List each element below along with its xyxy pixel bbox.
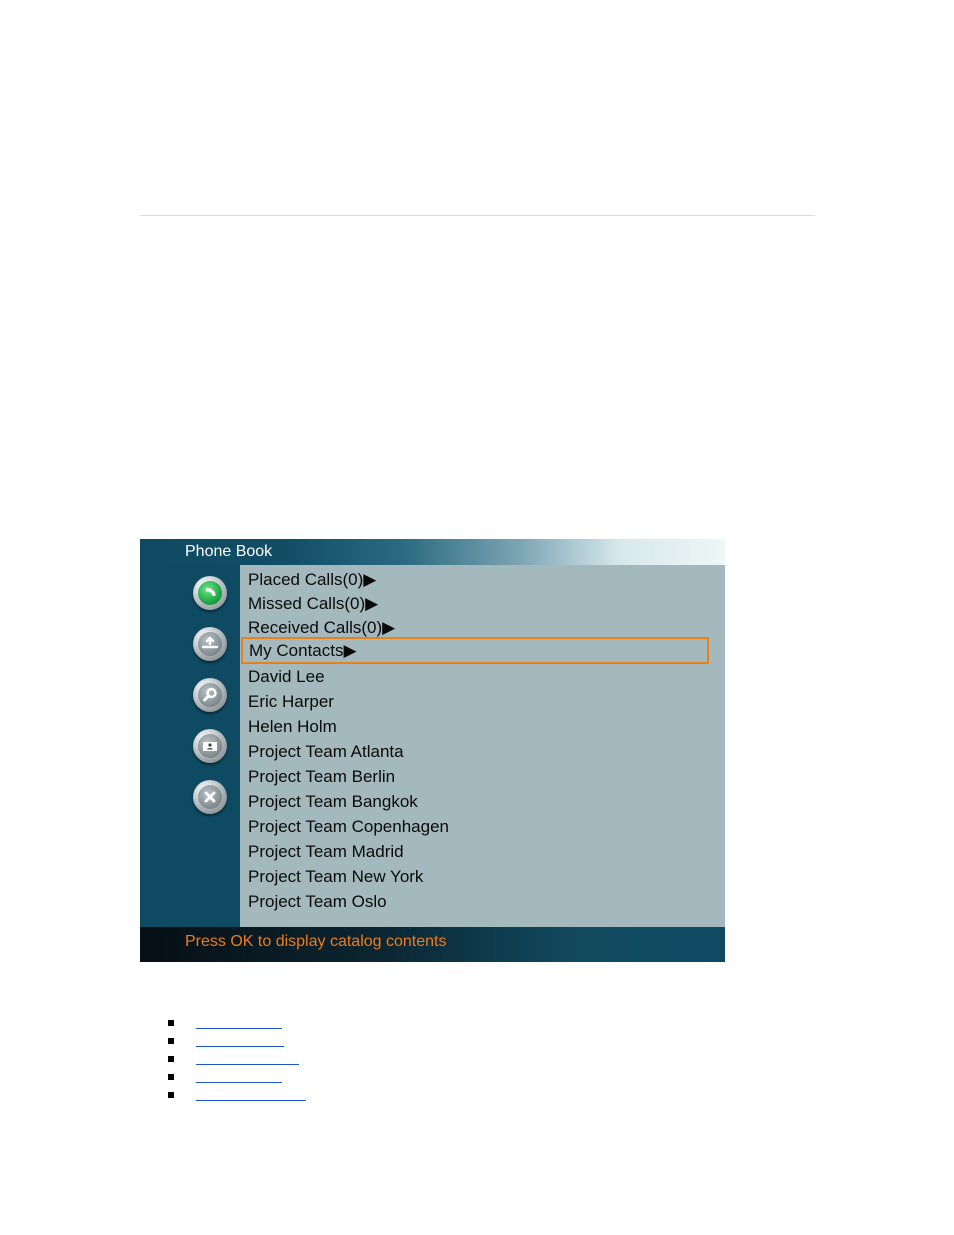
phone-book-window: Phone Book Placed Calls(0)▶ Missed Calls… <box>140 539 725 962</box>
bullet-icon <box>168 1020 174 1026</box>
list-item-contact[interactable]: Helen Holm <box>248 714 337 739</box>
phone-book-list: Placed Calls(0)▶ Missed Calls(0)▶ Receiv… <box>240 565 725 927</box>
call-icon <box>205 588 216 597</box>
side-toolbar <box>140 565 240 927</box>
list-item-contact[interactable]: Project Team Bangkok <box>248 789 418 814</box>
contact-card-icon <box>203 742 217 751</box>
status-text: Press OK to display catalog contents <box>185 933 447 950</box>
upload-button[interactable] <box>193 627 227 661</box>
list-item <box>168 1069 306 1087</box>
contact-card-button[interactable] <box>193 729 227 763</box>
list-item-contact[interactable]: Project Team Berlin <box>248 764 395 789</box>
window-title: Phone Book <box>185 543 273 560</box>
list-item <box>168 1033 306 1051</box>
list-item <box>168 1051 306 1069</box>
nav-link[interactable] <box>196 1033 284 1047</box>
list-item <box>168 1015 306 1033</box>
bullet-icon <box>168 1092 174 1098</box>
nav-link[interactable] <box>196 1069 282 1083</box>
bullet-icon <box>168 1074 174 1080</box>
nav-link[interactable] <box>196 1015 282 1029</box>
status-bar: Press OK to display catalog contents <box>140 927 725 962</box>
search-button[interactable] <box>193 678 227 712</box>
call-button[interactable] <box>193 576 227 610</box>
list-item-contact[interactable]: Eric Harper <box>248 689 334 714</box>
bullet-icon <box>168 1056 174 1062</box>
header-divider <box>140 215 815 216</box>
list-item-contact[interactable]: Project Team Copenhagen <box>248 814 449 839</box>
bullet-icon <box>168 1038 174 1044</box>
title-bar: Phone Book <box>140 539 725 565</box>
list-item-contact[interactable]: Project Team Madrid <box>248 839 404 864</box>
list-item-contact[interactable]: Project Team New York <box>248 864 423 889</box>
list-item-contact[interactable]: David Lee <box>248 664 325 689</box>
search-icon <box>203 687 217 702</box>
upload-icon <box>201 636 219 649</box>
nav-link[interactable] <box>196 1087 306 1101</box>
list-item-missed-calls[interactable]: Missed Calls(0)▶ <box>248 591 378 616</box>
list-item-my-contacts[interactable]: My Contacts▶ <box>241 637 709 664</box>
list-item <box>168 1087 306 1105</box>
list-item-contact[interactable]: Project Team Oslo <box>248 889 387 914</box>
nav-link[interactable] <box>196 1051 299 1065</box>
list-item-contact[interactable]: Project Team Atlanta <box>248 739 404 764</box>
close-button[interactable] <box>193 780 227 814</box>
close-icon <box>204 791 216 803</box>
list-item-placed-calls[interactable]: Placed Calls(0)▶ <box>248 567 376 592</box>
link-list <box>168 1015 306 1105</box>
